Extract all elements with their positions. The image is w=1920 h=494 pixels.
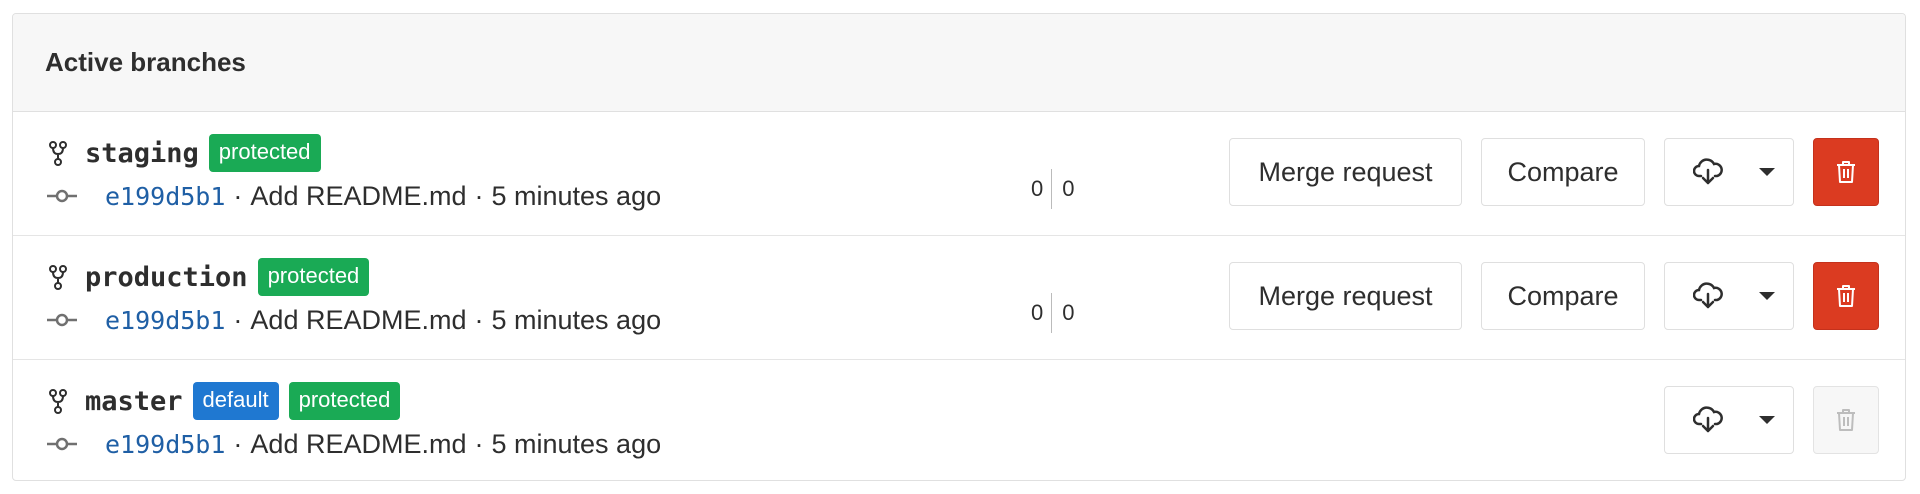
divergence-graph: 0 0 xyxy=(1031,288,1075,338)
branch-name[interactable]: master xyxy=(85,386,183,417)
commit-time: 5 minutes ago xyxy=(491,428,662,459)
compare-button[interactable]: Compare xyxy=(1481,262,1645,330)
commit-sha-link[interactable]: e199d5b1 xyxy=(105,306,225,335)
cloud-download-icon xyxy=(1693,406,1723,433)
commit-message[interactable]: Add README.md xyxy=(250,181,466,212)
compare-button[interactable]: Compare xyxy=(1481,138,1645,206)
branch-icon xyxy=(49,389,67,414)
delete-branch-button-disabled xyxy=(1813,386,1879,454)
cloud-download-icon xyxy=(1693,282,1723,309)
separator: · xyxy=(474,180,484,211)
branches-panel: Active branches staging protected e199d5… xyxy=(12,13,1906,481)
chevron-down-icon xyxy=(1759,292,1775,300)
protected-badge: protected xyxy=(257,258,370,296)
commit-sha-link[interactable]: e199d5b1 xyxy=(105,182,225,211)
download-dropdown-button[interactable] xyxy=(1664,138,1794,206)
separator: · xyxy=(474,304,484,335)
separator: · xyxy=(233,304,243,335)
trash-icon xyxy=(1837,409,1855,431)
branch-icon xyxy=(49,265,67,290)
download-dropdown-button[interactable] xyxy=(1664,262,1794,330)
branch-icon xyxy=(49,141,67,166)
commits-behind: 0 xyxy=(1031,300,1044,325)
branch-row-master: master default protected e199d5b1 · Add … xyxy=(13,360,1905,480)
branch-row-production: production protected e199d5b1 · Add READ… xyxy=(13,236,1905,360)
divergence-graph: 0 0 xyxy=(1031,164,1075,214)
branch-title-line: staging protected xyxy=(47,134,331,172)
merge-request-button[interactable]: Merge request xyxy=(1229,262,1462,330)
merge-request-button[interactable]: Merge request xyxy=(1229,138,1462,206)
commit-line: e199d5b1 · Add README.md · 5 minutes ago xyxy=(47,302,661,338)
divergence-divider xyxy=(1051,169,1053,209)
chevron-down-icon xyxy=(1759,168,1775,176)
panel-header: Active branches xyxy=(13,14,1905,112)
commit-time: 5 minutes ago xyxy=(491,304,662,335)
cloud-download-icon xyxy=(1693,158,1723,185)
commits-ahead: 0 xyxy=(1062,300,1075,325)
panel-title: Active branches xyxy=(45,47,246,77)
delete-branch-button[interactable] xyxy=(1813,262,1879,330)
commit-message[interactable]: Add README.md xyxy=(250,429,466,460)
trash-icon xyxy=(1837,161,1855,183)
default-badge: default xyxy=(192,382,279,420)
commit-line: e199d5b1 · Add README.md · 5 minutes ago xyxy=(47,426,661,462)
protected-badge: protected xyxy=(288,382,401,420)
commit-message[interactable]: Add README.md xyxy=(250,305,466,336)
branch-row-staging: staging protected e199d5b1 · Add README.… xyxy=(13,112,1905,236)
commits-ahead: 0 xyxy=(1062,176,1075,201)
download-dropdown-button[interactable] xyxy=(1664,386,1794,454)
separator: · xyxy=(233,180,243,211)
commit-icon xyxy=(47,189,77,203)
trash-icon xyxy=(1837,285,1855,307)
branch-title-line: production protected xyxy=(47,258,379,296)
commit-sha-link[interactable]: e199d5b1 xyxy=(105,430,225,459)
commit-time: 5 minutes ago xyxy=(491,180,662,211)
separator: · xyxy=(474,428,484,459)
branch-name[interactable]: production xyxy=(85,262,248,293)
divergence-divider xyxy=(1051,293,1053,333)
branch-name[interactable]: staging xyxy=(85,138,199,169)
delete-branch-button[interactable] xyxy=(1813,138,1879,206)
commits-behind: 0 xyxy=(1031,176,1044,201)
chevron-down-icon xyxy=(1759,416,1775,424)
separator: · xyxy=(233,428,243,459)
commit-icon xyxy=(47,313,77,327)
protected-badge: protected xyxy=(208,134,321,172)
commit-icon xyxy=(47,437,77,451)
branch-title-line: master default protected xyxy=(47,382,410,420)
commit-line: e199d5b1 · Add README.md · 5 minutes ago xyxy=(47,178,661,214)
